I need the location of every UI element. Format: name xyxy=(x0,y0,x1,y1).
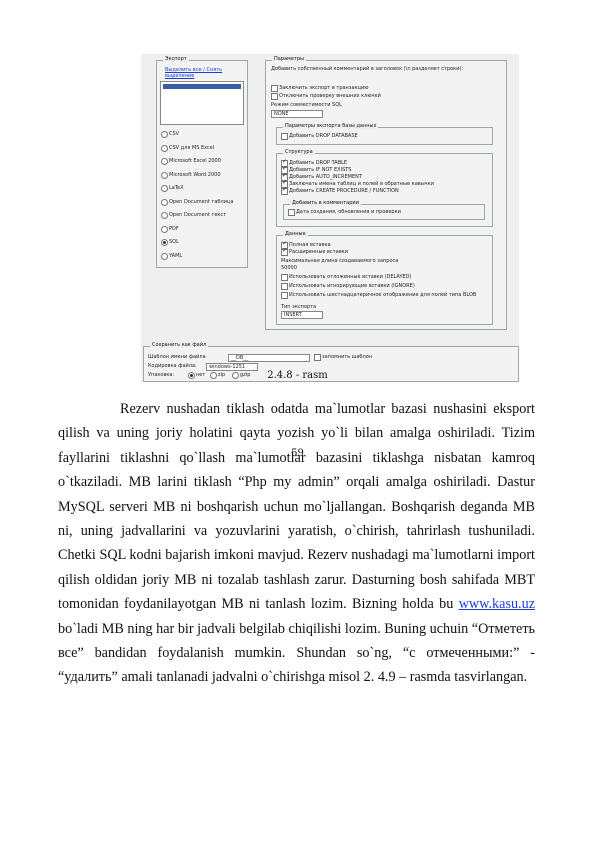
format-radio-label: LaTeX xyxy=(169,185,184,191)
comments-frame: Добавить в комментарии Дата создания, об… xyxy=(283,200,485,220)
export-type-value: INSERT xyxy=(284,312,302,318)
export-frame: Экспорт Выделить все / Снять выделение C… xyxy=(156,56,248,268)
save-legend: Сохранить как файл xyxy=(150,342,209,348)
structure-checkbox-label: Добавить IF NOT EXISTS xyxy=(289,167,352,173)
data-checkbox-2[interactable] xyxy=(281,274,288,281)
transaction-label: Заключить экспорт в транзакцию xyxy=(279,85,369,91)
params-frame: Параметры Добавить собственный комментар… xyxy=(265,56,507,330)
export-type-select[interactable]: INSERT xyxy=(281,311,323,319)
filename-value: __DB__ xyxy=(231,355,249,361)
data-checkbox-label: Полная вставка xyxy=(289,242,331,248)
transaction-checkbox[interactable] xyxy=(271,85,278,92)
data-legend: Данные xyxy=(283,231,308,237)
format-radio-label: SQL xyxy=(169,239,179,245)
select-all-link[interactable]: Выделить все / Снять выделение xyxy=(165,67,245,79)
format-radio-label: Microsoft Excel 2000 xyxy=(169,158,221,164)
format-radio[interactable] xyxy=(161,158,168,165)
data-checkbox-2[interactable] xyxy=(281,292,288,299)
page-number: 59 xyxy=(291,448,304,459)
params-legend: Параметры xyxy=(272,56,306,62)
format-radio[interactable] xyxy=(161,144,168,152)
data-checkbox-2[interactable] xyxy=(281,283,288,290)
max-query-label: Максимальная длина создаваемого запроса xyxy=(281,258,399,264)
structure-checkbox-label: Добавить AUTO_INCREMENT xyxy=(289,174,362,180)
data-checkbox-2-label: Использовать отложенные вставки (DELAYED… xyxy=(289,274,412,280)
format-radio[interactable] xyxy=(161,131,168,138)
format-radio-label: YAML xyxy=(169,252,183,259)
structure-legend: Структура xyxy=(283,149,315,155)
export-legend: Экспорт xyxy=(163,56,189,62)
body-text: Rezerv nushadan tiklash odatda ma`lumotl… xyxy=(58,397,535,690)
paragraph: Rezerv nushadan tiklash odatda ma`lumotl… xyxy=(58,397,535,690)
database-list[interactable] xyxy=(160,81,244,125)
filename-label: Шаблон имени файла xyxy=(148,354,206,360)
format-radio-label: PDF xyxy=(169,225,179,232)
fk-checkbox[interactable] xyxy=(271,93,278,100)
format-radio-label: CSV xyxy=(169,131,180,137)
structure-checkbox[interactable] xyxy=(281,186,288,195)
db-export-frame: Параметры экспорта базы данных Добавить … xyxy=(276,123,493,145)
structure-frame: Структура Добавить DROP TABLEДобавить IF… xyxy=(276,149,493,227)
data-checkbox-label: Расширенные вставки xyxy=(289,249,348,255)
structure-checkbox-label: Добавить DROP TABLE xyxy=(289,160,348,166)
drop-db-label: Добавить DROP DATABASE xyxy=(289,133,358,139)
format-radio[interactable] xyxy=(161,185,168,192)
format-radio-label: Open Document текст xyxy=(169,212,227,218)
data-checkbox[interactable] xyxy=(281,247,288,256)
format-radio[interactable] xyxy=(161,198,168,206)
max-query-value[interactable]: 50000 xyxy=(281,265,297,271)
drop-db-checkbox[interactable] xyxy=(281,133,288,140)
comments-legend: Добавить в комментарии xyxy=(290,200,361,206)
remember-label: запомнить шаблон xyxy=(322,354,373,360)
comments-checkbox[interactable] xyxy=(288,209,295,216)
export-type-label: Тип экспорта xyxy=(281,304,317,310)
charset-label: Кодировка файла: xyxy=(148,363,197,369)
format-radio[interactable] xyxy=(161,239,168,246)
data-checkbox-2-label: Использовать игнорирующие вставки (IGNOR… xyxy=(289,283,415,289)
format-radio[interactable] xyxy=(161,171,168,179)
phpmyadmin-export-screenshot: Экспорт Выделить все / Снять выделение C… xyxy=(141,54,519,382)
remember-checkbox[interactable] xyxy=(314,354,321,361)
compat-select[interactable]: NONE xyxy=(271,110,323,118)
structure-checkbox-label: Заключать имена таблиц и полей в обратны… xyxy=(289,181,434,187)
paragraph-part-2: bo`ladi MB ning har bir jadvali belgilab… xyxy=(58,620,535,686)
format-radio-label: Microsoft Word 2000 xyxy=(169,171,221,178)
format-radio[interactable] xyxy=(161,212,168,219)
format-radio[interactable] xyxy=(161,252,168,260)
format-radio[interactable] xyxy=(161,225,168,233)
selected-database-item[interactable] xyxy=(163,84,241,89)
db-export-legend: Параметры экспорта базы данных xyxy=(283,123,379,129)
format-radio-label: Open Document таблица xyxy=(169,198,234,205)
comment-label: Добавить собственный комментарий в загол… xyxy=(271,66,464,72)
fk-label: Отключить проверку внешних ключей xyxy=(279,93,381,99)
compat-label: Режим совместимости SQL xyxy=(271,102,342,108)
structure-checkbox-label: Добавить CREATE PROCEDURE / FUNCTION xyxy=(289,188,399,194)
paragraph-part-1: Rezerv nushadan tiklash odatda ma`lumotl… xyxy=(58,401,535,613)
data-frame: Данные Полная вставкаРасширенные вставки… xyxy=(276,231,493,325)
kasu-link[interactable]: www.kasu.uz xyxy=(459,596,535,612)
format-radio-label: CSV для MS Excel xyxy=(169,144,215,151)
compat-value: NONE xyxy=(274,111,289,117)
figure-caption: 2.4.8 - rasm xyxy=(267,370,328,381)
data-checkbox-2-label: Использовать шестнадцатеричное отображен… xyxy=(289,292,477,298)
comments-label: Дата создания, обновления и проверки xyxy=(296,209,401,215)
filename-input[interactable]: __DB__ xyxy=(228,354,310,362)
